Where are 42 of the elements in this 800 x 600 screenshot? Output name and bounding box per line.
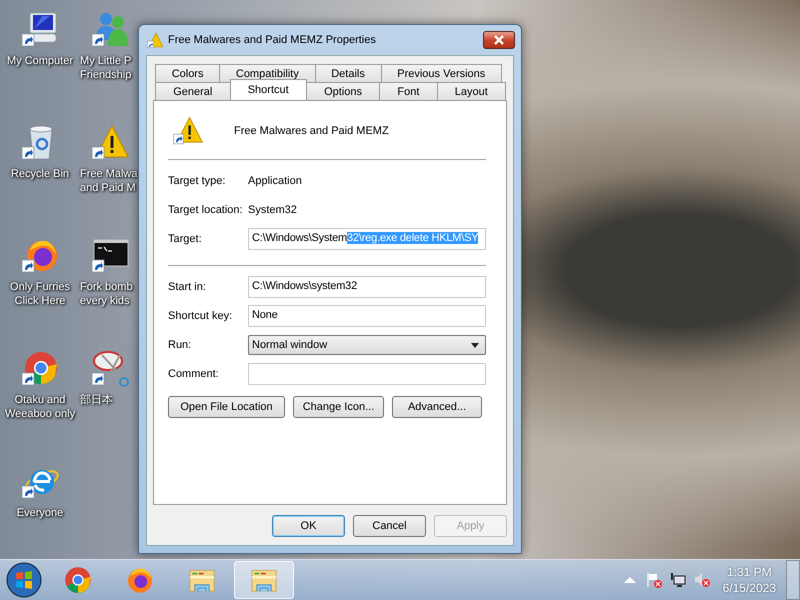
scissors-icon[interactable] [90,349,130,389]
tab[interactable]: Details [314,64,382,82]
shortcut-name: Free Malwares and Paid MEMZ [234,125,389,137]
dialog-button[interactable]: Cancel [353,515,426,537]
tab[interactable]: Previous Versions [380,64,502,82]
run-dropdown[interactable]: Normal window [248,335,486,355]
tab[interactable]: Layout [436,82,506,100]
show-desktop-button[interactable] [786,560,800,600]
field-label: Target type: [168,175,226,187]
field-label: Comment: [168,368,220,380]
speaker-muted-icon[interactable] [692,571,711,589]
dialog-button[interactable]: OK [272,515,345,537]
input-field[interactable]: C:\Windows\system32 [248,276,486,298]
tab[interactable]: Font [379,82,438,100]
field-value: Application [248,175,302,187]
caret-icon [471,342,479,348]
action-button[interactable]: Open File Location [168,396,285,418]
target-field[interactable]: C:\Windows\System32\reg.exe delete HKLM\SY [248,228,486,250]
tab[interactable]: Shortcut [230,79,307,100]
windows-logo-icon [6,562,42,598]
field-label: Target: [168,233,203,245]
field-label: Target location: [168,204,244,216]
window-title: Free Malwares and Paid MEMZ Properties [168,34,377,46]
action-button[interactable]: Change Icon... [293,396,384,418]
field-label: Run: [168,339,192,351]
close-icon [493,35,505,45]
network-error-icon[interactable] [668,571,687,589]
action-button[interactable]: Advanced... [392,396,482,418]
tab[interactable]: General [155,82,231,100]
close-button[interactable] [483,31,515,49]
field-label: Shortcut key: [168,310,234,322]
tab[interactable]: Options [306,82,380,100]
warning-shortcut-icon [147,32,163,48]
chrome-logo-icon [62,564,94,596]
field-label: Start in: [168,281,207,293]
input-field[interactable] [248,363,486,385]
input-field[interactable]: None [248,305,486,327]
taskbar-button[interactable] [234,561,294,599]
field-value: System32 [248,204,297,216]
warning-shortcut-icon [172,115,204,147]
tab[interactable]: Colors [155,64,220,82]
flag-error-icon[interactable] [644,571,663,589]
